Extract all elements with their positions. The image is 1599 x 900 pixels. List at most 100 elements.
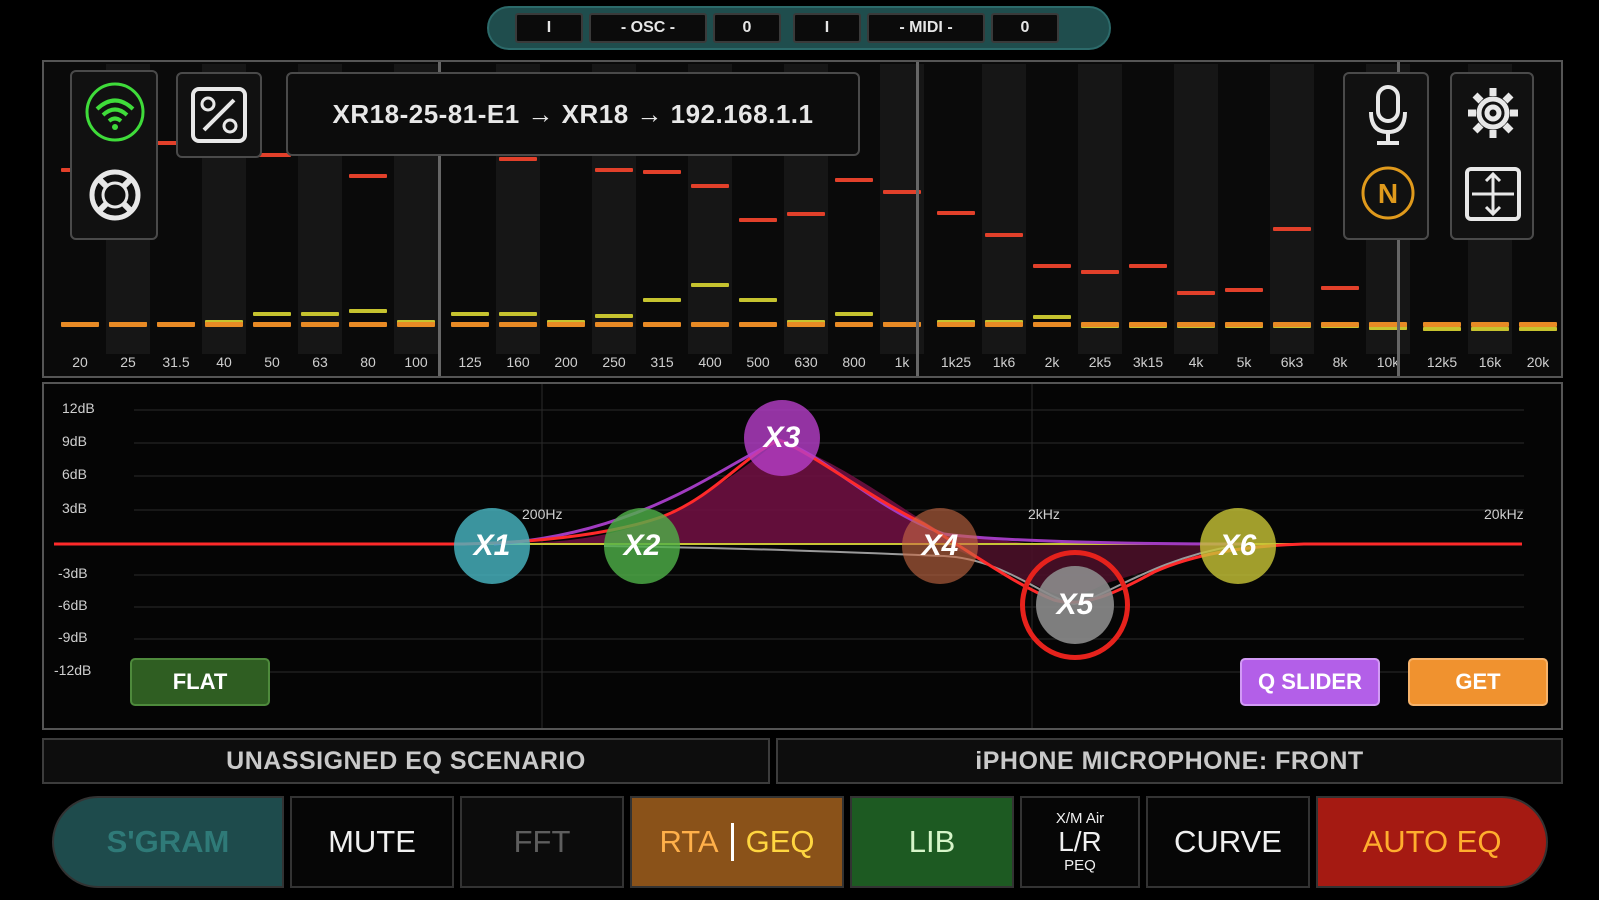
wifi-icon[interactable] xyxy=(84,82,146,147)
rta-base-marker xyxy=(205,322,243,327)
rta-frequency-label: 1k25 xyxy=(940,354,972,370)
rta-peak-marker xyxy=(595,168,633,172)
rta-base-marker xyxy=(109,322,147,327)
hz-label: 2kHz xyxy=(1028,506,1060,522)
percent-button[interactable] xyxy=(176,72,262,158)
eq-node-x4[interactable]: X4 xyxy=(902,508,978,584)
eq-node-x2[interactable]: X2 xyxy=(604,508,680,584)
rta-frequency-label: 20 xyxy=(72,354,88,370)
db-label: 3dB xyxy=(62,500,87,516)
rta-base-marker xyxy=(397,322,435,327)
device-route[interactable]: XR18-25-81-E1 → XR18 → 192.168.1.1 xyxy=(286,72,860,156)
midi-out-indicator[interactable]: 0 xyxy=(991,13,1059,43)
rta-base-marker xyxy=(985,322,1023,327)
eq-node-x6[interactable]: X6 xyxy=(1200,508,1276,584)
rta-frequency-label: 80 xyxy=(360,354,376,370)
rta-band[interactable] xyxy=(1078,64,1122,354)
resize-icon[interactable] xyxy=(1464,166,1522,227)
rta-base-marker xyxy=(1129,322,1167,327)
rta-frequency-label: 500 xyxy=(746,354,770,370)
rta-level-marker xyxy=(301,312,339,316)
midi-in-indicator[interactable]: I xyxy=(793,13,861,43)
q-slider-button[interactable]: Q SLIDER xyxy=(1240,658,1380,706)
rta-label: RTA xyxy=(659,824,719,859)
rta-peak-marker xyxy=(1225,288,1263,292)
db-label: 6dB xyxy=(62,466,87,482)
eq-node-x3[interactable]: X3 xyxy=(744,400,820,476)
eq-node-x5-selected[interactable]: X5 xyxy=(1020,550,1130,660)
rta-level-marker xyxy=(253,312,291,316)
osc-out-indicator[interactable]: 0 xyxy=(713,13,781,43)
rta-geq-button[interactable]: RTA GEQ xyxy=(630,796,844,888)
rta-band[interactable] xyxy=(1174,64,1218,354)
rta-level-marker xyxy=(1033,315,1071,319)
rta-base-marker xyxy=(349,322,387,327)
rta-level-marker xyxy=(643,298,681,302)
rta-frequency-label: 12k5 xyxy=(1426,354,1458,370)
eq-scenario-label[interactable]: UNASSIGNED EQ SCENARIO xyxy=(42,738,770,784)
rta-base-marker xyxy=(835,322,873,327)
gear-icon[interactable] xyxy=(1466,86,1520,145)
rta-band[interactable] xyxy=(1126,64,1170,354)
rta-level-marker xyxy=(595,314,633,318)
settings-icon-box xyxy=(1450,72,1534,240)
rta-peak-marker xyxy=(1129,264,1167,268)
rta-base-marker xyxy=(1273,322,1311,327)
rta-level-marker xyxy=(1423,327,1461,331)
rta-peak-marker xyxy=(739,218,777,222)
mute-button[interactable]: MUTE xyxy=(290,796,454,888)
rta-frequency-label: 16k xyxy=(1478,354,1502,370)
lr-bottom-label: PEQ xyxy=(1064,857,1096,874)
flat-button[interactable]: FLAT xyxy=(130,658,270,706)
rta-base-marker xyxy=(1423,322,1461,327)
rta-peak-marker xyxy=(1273,227,1311,231)
input-source-label[interactable]: iPHONE MICROPHONE: FRONT xyxy=(776,738,1563,784)
rta-frequency-label: 4k xyxy=(1188,354,1204,370)
svg-text:N: N xyxy=(1378,178,1398,209)
noise-n-icon[interactable]: N xyxy=(1359,164,1417,227)
fft-button[interactable]: FFT xyxy=(460,796,624,888)
rta-peak-marker xyxy=(643,170,681,174)
auto-eq-button[interactable]: AUTO EQ xyxy=(1316,796,1548,888)
eq-node-x1[interactable]: X1 xyxy=(454,508,530,584)
rta-band[interactable] xyxy=(1222,64,1266,354)
db-label: -9dB xyxy=(58,629,88,645)
rta-frequency-label: 8k xyxy=(1332,354,1348,370)
lr-top-label: X/M Air xyxy=(1055,810,1105,827)
rta-frequency-label: 630 xyxy=(794,354,818,370)
rta-frequency-label: 40 xyxy=(216,354,232,370)
get-button[interactable]: GET xyxy=(1408,658,1548,706)
microphone-icon[interactable] xyxy=(1367,84,1409,153)
lib-button[interactable]: LIB xyxy=(850,796,1014,888)
rta-frequency-label: 2k xyxy=(1044,354,1060,370)
rta-band[interactable] xyxy=(982,64,1026,354)
db-label: -3dB xyxy=(58,565,88,581)
rta-band[interactable] xyxy=(934,64,978,354)
rta-peak-marker xyxy=(835,178,873,182)
rta-frequency-label: 10k xyxy=(1376,354,1400,370)
rta-frequency-label: 6k3 xyxy=(1280,354,1304,370)
rta-base-marker xyxy=(1081,322,1119,327)
osc-in-indicator[interactable]: I xyxy=(515,13,583,43)
rta-frequency-label: 100 xyxy=(404,354,428,370)
rta-base-marker xyxy=(691,322,729,327)
rta-level-marker xyxy=(499,312,537,316)
curve-button[interactable]: CURVE xyxy=(1146,796,1310,888)
rta-peak-marker xyxy=(691,184,729,188)
rta-base-marker xyxy=(595,322,633,327)
rta-band[interactable] xyxy=(1270,64,1314,354)
lr-peq-button[interactable]: X/M Air L/R PEQ xyxy=(1020,796,1140,888)
eq-panel[interactable]: 12dB 9dB 6dB 3dB -3dB -6dB -9dB -12dB 20… xyxy=(42,382,1563,730)
hz-label: 200Hz xyxy=(522,506,563,522)
rta-base-marker xyxy=(1471,322,1509,327)
rta-frequency-label: 800 xyxy=(842,354,866,370)
rta-frequency-label: 160 xyxy=(506,354,530,370)
midi-label[interactable]: - MIDI - xyxy=(867,13,985,43)
osc-label[interactable]: - OSC - xyxy=(589,13,707,43)
db-label: 12dB xyxy=(62,400,95,416)
rta-frequency-label: 3k15 xyxy=(1132,354,1164,370)
lifebuoy-icon[interactable] xyxy=(86,166,144,229)
sgram-button[interactable]: S'GRAM xyxy=(52,796,284,888)
rta-band[interactable] xyxy=(1030,64,1074,354)
rta-peak-marker xyxy=(787,212,825,216)
